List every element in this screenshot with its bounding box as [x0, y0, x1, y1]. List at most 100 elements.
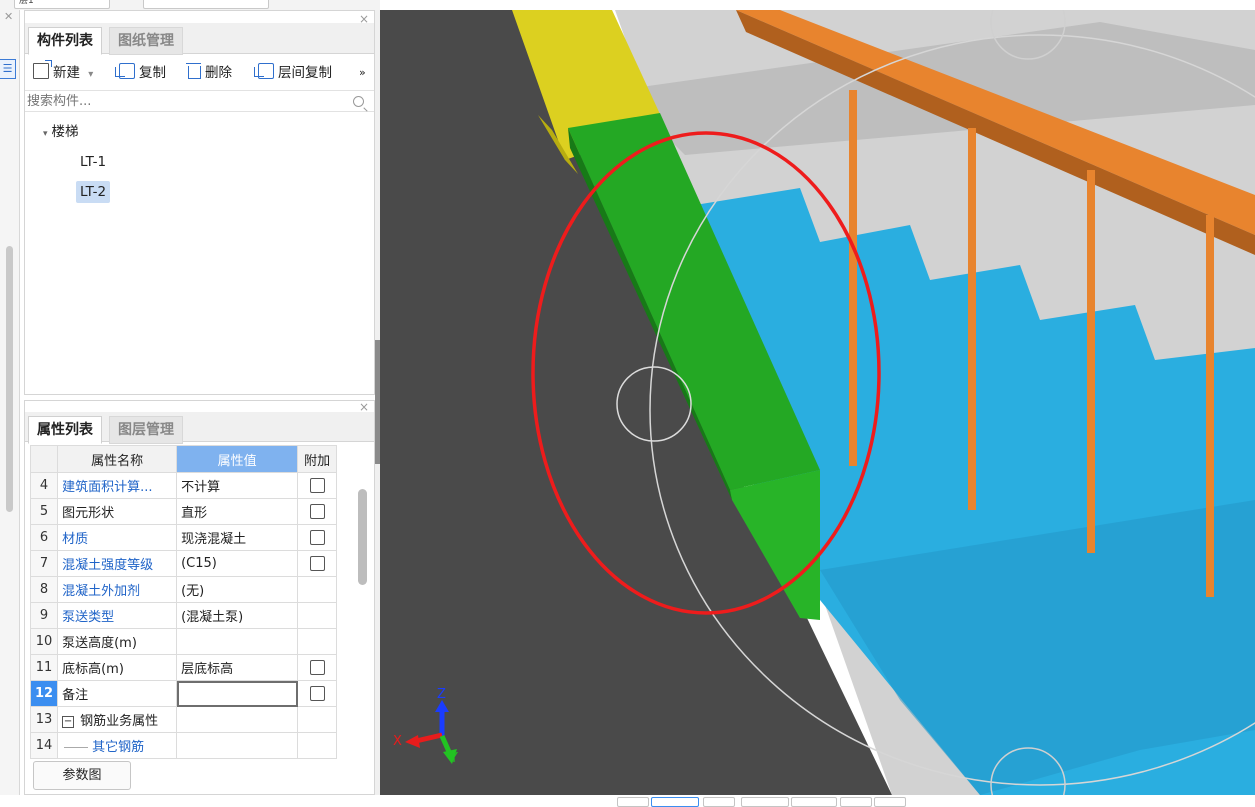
- row-number: 10: [29, 628, 59, 655]
- property-row[interactable]: 14 其它钢筋: [29, 732, 338, 759]
- 3d-scene[interactable]: Z X Y: [380, 10, 1255, 795]
- tab-component-list[interactable]: 构件列表: [28, 27, 102, 55]
- property-row[interactable]: 11 底标高(m) 层底标高: [29, 654, 338, 681]
- property-scrollbar[interactable]: [358, 489, 367, 585]
- tree-group-stair[interactable]: ▾ 楼梯: [39, 121, 83, 145]
- component-toolbar: 新建 ▾ 复制 删除 层间复制 »: [25, 55, 374, 89]
- extra-checkbox[interactable]: [309, 686, 325, 701]
- property-name-cell: 混凝土强度等级: [57, 550, 178, 577]
- property-extra-cell: [297, 706, 338, 733]
- property-row[interactable]: 8 混凝土外加剂 (无): [29, 576, 338, 603]
- property-value-cell[interactable]: (无): [176, 576, 299, 603]
- axis-label-y: Y: [449, 751, 458, 766]
- delete-button[interactable]: 删除: [186, 63, 232, 83]
- property-value-cell[interactable]: [176, 706, 299, 733]
- axis-label-x: X: [393, 734, 402, 749]
- tab-drawing-management[interactable]: 图纸管理: [109, 27, 183, 55]
- property-extra-cell: [297, 576, 338, 603]
- tree-item-lt2[interactable]: LT-2: [76, 181, 111, 203]
- property-row[interactable]: 6 材质 现浇混凝土: [29, 524, 338, 551]
- tab-property-list[interactable]: 属性列表: [28, 416, 102, 444]
- property-value-cell[interactable]: 现浇混凝土: [176, 524, 299, 551]
- new-button[interactable]: 新建 ▾: [33, 60, 93, 83]
- baluster: [968, 128, 976, 510]
- search-input[interactable]: [27, 92, 337, 110]
- property-value-cell[interactable]: 不计算: [176, 472, 299, 499]
- property-name-header: 属性名称: [57, 445, 178, 473]
- property-name-cell: 泵送类型: [57, 602, 178, 629]
- extra-checkbox[interactable]: [309, 530, 325, 545]
- property-name: 其它钢筋: [92, 740, 145, 755]
- floor-copy-button[interactable]: 层间复制: [254, 63, 332, 83]
- property-row[interactable]: 4 建筑面积计算... 不计算: [29, 472, 338, 499]
- property-name-cell: − 钢筋业务属性: [57, 706, 178, 733]
- property-name: 备注: [62, 688, 89, 703]
- extra-checkbox[interactable]: [309, 556, 325, 571]
- property-value-cell[interactable]: [176, 628, 299, 655]
- property-value-cell[interactable]: (混凝土泵): [176, 602, 299, 629]
- row-number: 8: [29, 576, 59, 603]
- view-button-2[interactable]: [651, 797, 699, 807]
- 3d-viewport[interactable]: Z X Y: [380, 10, 1255, 795]
- row-number: 14: [29, 732, 59, 759]
- baluster: [1087, 170, 1095, 553]
- property-row[interactable]: 7 混凝土强度等级 (C15): [29, 550, 338, 577]
- property-value-cell[interactable]: 层底标高: [176, 654, 299, 681]
- component-list-panel: × 构件列表 图纸管理 新建 ▾ 复制 删除 层间复制 » ▾楼梯 LT-1 L…: [24, 10, 375, 395]
- floor-select[interactable]: 层1: [14, 0, 110, 9]
- extra-checkbox[interactable]: [309, 478, 325, 493]
- component-search[interactable]: [25, 90, 374, 112]
- property-name: 建筑面积计算...: [62, 480, 153, 495]
- extra-checkbox[interactable]: [309, 504, 325, 519]
- component-select[interactable]: [143, 0, 269, 9]
- property-name-cell: 底标高(m): [57, 654, 178, 681]
- property-value-cell[interactable]: [176, 732, 299, 759]
- view-button-4[interactable]: [741, 797, 789, 807]
- row-number: 11: [29, 654, 59, 681]
- row-number-header: [29, 445, 59, 473]
- nav-list-icon[interactable]: ☰: [0, 59, 16, 79]
- tab-layer-management[interactable]: 图层管理: [109, 416, 183, 444]
- copy-label: 复制: [139, 65, 166, 81]
- new-dropdown-icon[interactable]: ▾: [88, 69, 93, 80]
- property-header-row: 属性名称 属性值 附加: [29, 445, 338, 473]
- property-extra-cell: [297, 732, 338, 759]
- view-button-3[interactable]: [703, 797, 735, 807]
- tree-expand-icon[interactable]: ▾: [43, 129, 48, 139]
- property-extra-cell: [297, 472, 338, 499]
- extra-checkbox[interactable]: [309, 660, 325, 675]
- search-icon[interactable]: [353, 96, 364, 107]
- property-value-cell[interactable]: [176, 680, 299, 707]
- property-value-header: 属性值: [176, 445, 299, 473]
- collapse-icon[interactable]: −: [62, 715, 75, 728]
- copy-icon: [115, 63, 135, 79]
- property-name-cell: 备注: [57, 680, 178, 707]
- floor-copy-icon: [254, 63, 274, 79]
- floor-select-value: 层1: [19, 0, 34, 6]
- property-name-cell: 建筑面积计算...: [57, 472, 178, 499]
- view-button-7[interactable]: [874, 797, 906, 807]
- rail-close-icon[interactable]: ✕: [4, 11, 16, 23]
- param-diagram-button[interactable]: 参数图: [33, 761, 131, 790]
- property-name-cell: 泵送高度(m): [57, 628, 178, 655]
- property-name-cell: 图元形状: [57, 498, 178, 525]
- property-value-cell[interactable]: (C15): [176, 550, 299, 577]
- view-button-1[interactable]: [617, 797, 649, 807]
- copy-button[interactable]: 复制: [115, 63, 166, 83]
- new-icon: [33, 60, 52, 79]
- property-row[interactable]: 10 泵送高度(m): [29, 628, 338, 655]
- property-row[interactable]: 9 泵送类型 (混凝土泵): [29, 602, 338, 629]
- property-row[interactable]: 12 备注: [29, 680, 338, 707]
- property-value-cell[interactable]: 直形: [176, 498, 299, 525]
- delete-icon: [186, 63, 201, 79]
- more-tools-icon[interactable]: »: [359, 63, 366, 83]
- property-row[interactable]: 5 图元形状 直形: [29, 498, 338, 525]
- rail-scrollbar[interactable]: [6, 246, 13, 512]
- view-button-5[interactable]: [791, 797, 837, 807]
- property-row[interactable]: 13− 钢筋业务属性: [29, 706, 338, 733]
- property-table: 属性名称 属性值 附加 4 建筑面积计算... 不计算 5 图元形状 直形 6 材质 现浇混凝土…: [29, 445, 338, 759]
- tree-item-lt1[interactable]: LT-1: [76, 151, 110, 173]
- new-label: 新建: [53, 65, 80, 81]
- view-button-6[interactable]: [840, 797, 872, 807]
- property-extra-cell: [297, 550, 338, 577]
